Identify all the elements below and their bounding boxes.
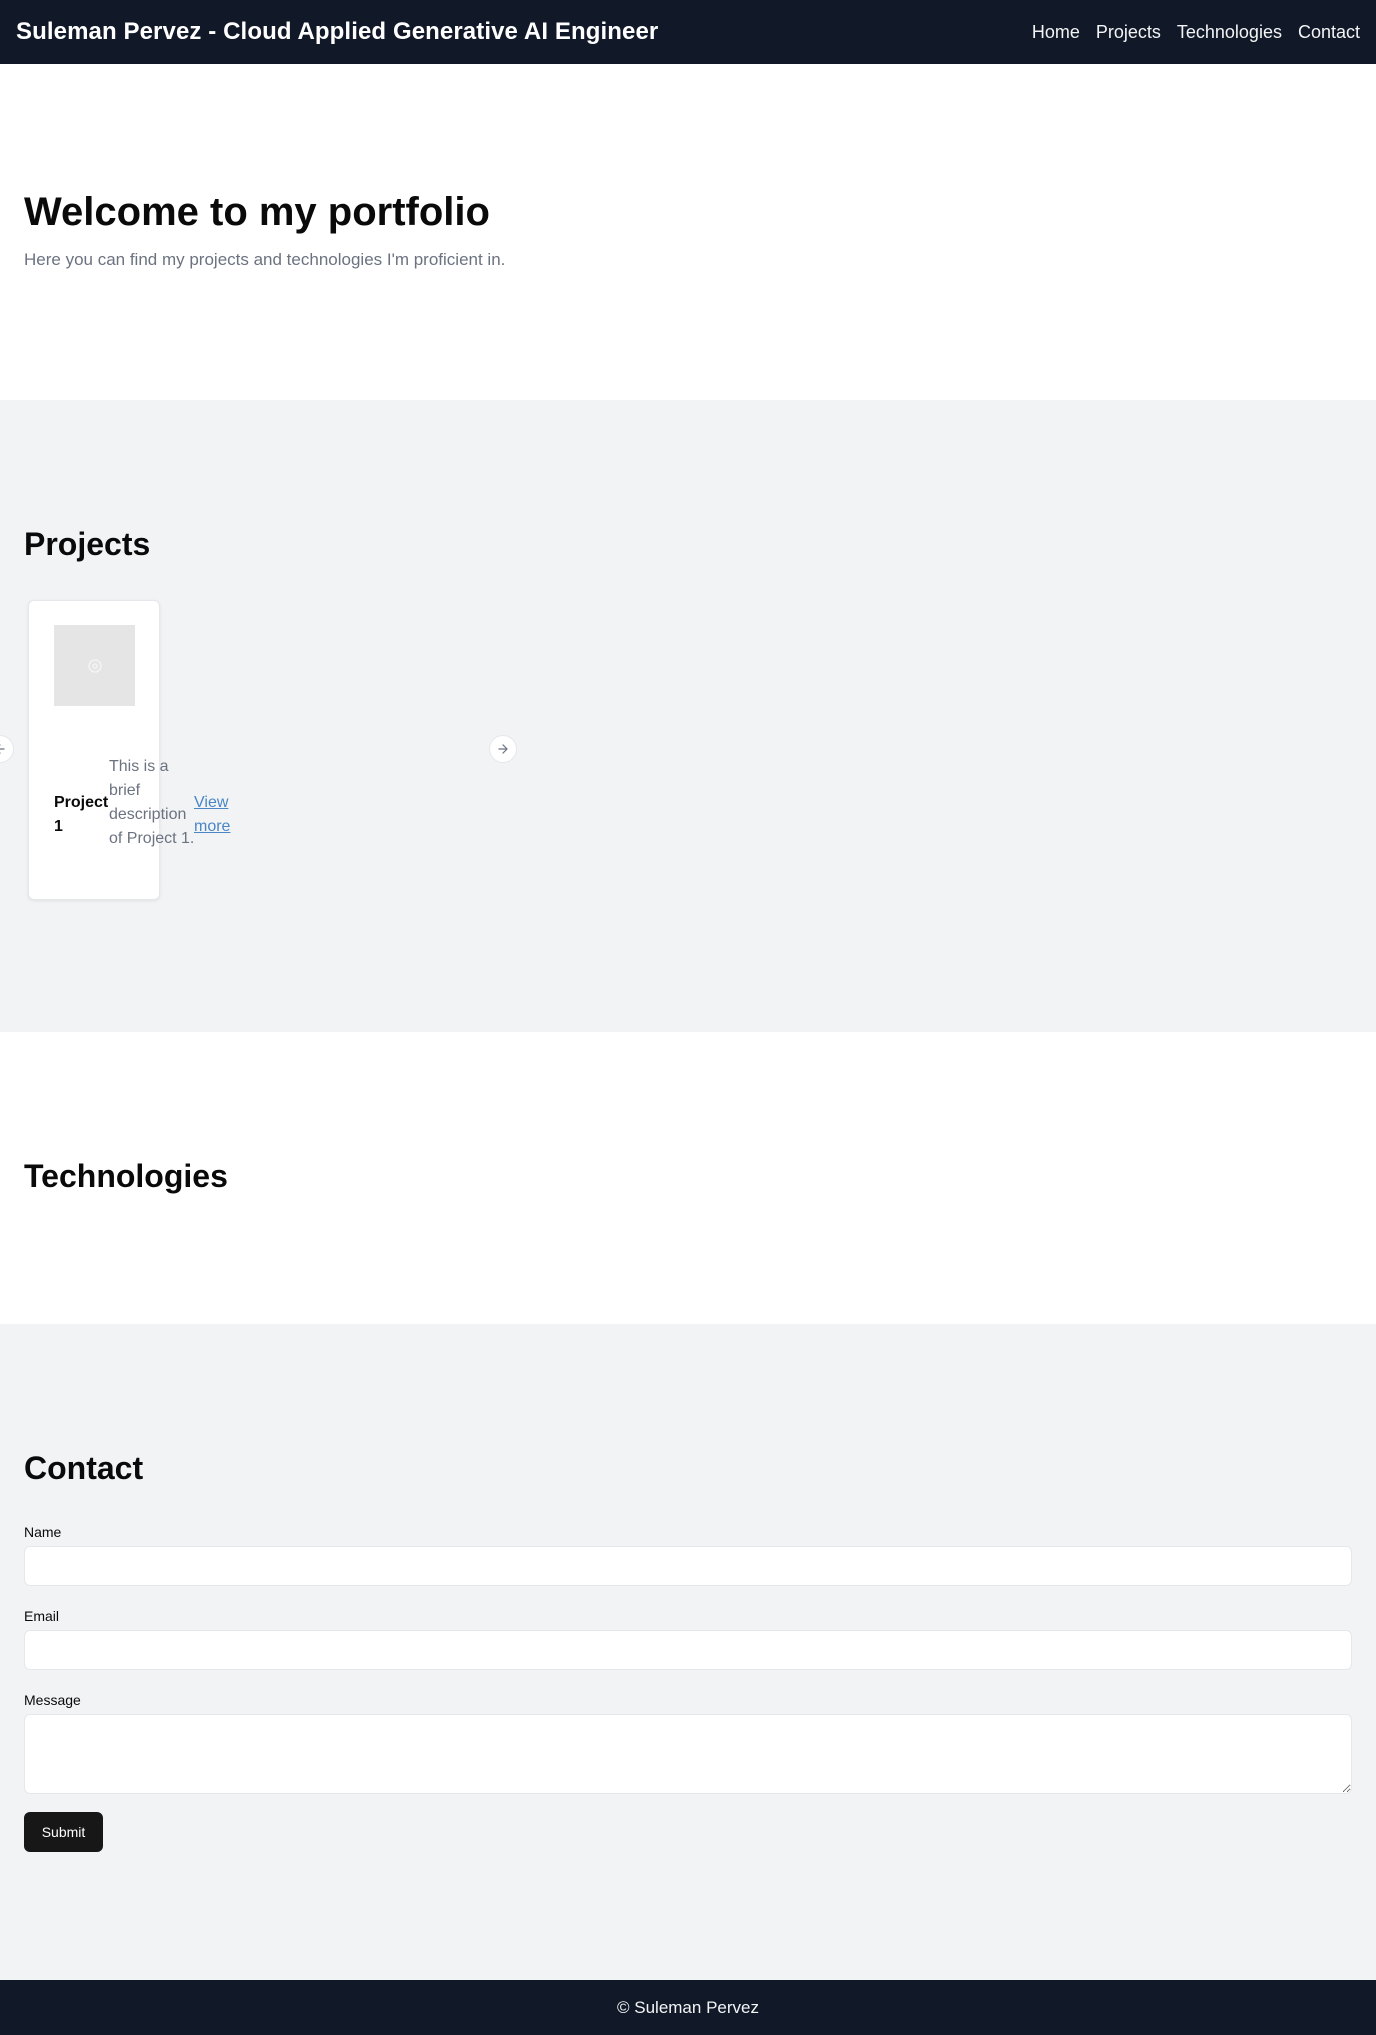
nav-link-home[interactable]: Home (1032, 22, 1080, 43)
project-description: This is a brief description of Project 1… (109, 758, 195, 847)
site-header: Suleman Pervez - Cloud Applied Generativ… (0, 0, 1376, 64)
projects-heading: Projects (24, 526, 151, 562)
technologies-heading: Technologies (24, 1158, 228, 1194)
footer-copyright: © Suleman Pervez (617, 1997, 759, 2017)
image-placeholder-icon (87, 658, 102, 673)
project-card: Project 1 This is a brief description of… (28, 600, 230, 900)
nav-link-contact[interactable]: Contact (1298, 22, 1360, 43)
carousel-next-button[interactable] (489, 735, 517, 763)
nav-link-projects[interactable]: Projects (1096, 22, 1161, 43)
contact-section: Contact Name Email Message Submit (0, 1324, 1376, 1980)
email-label: Email (24, 1608, 60, 1624)
name-field[interactable] (24, 1546, 1352, 1586)
project-image (54, 625, 135, 706)
message-label: Message (24, 1692, 81, 1708)
carousel-prev-button[interactable] (0, 735, 14, 763)
project-title: Project 1 (54, 794, 109, 835)
contact-heading: Contact (24, 1450, 144, 1486)
email-field[interactable] (24, 1630, 1352, 1670)
project-view-more-link[interactable]: View more (194, 791, 242, 839)
hero-subtitle: Here you can find my projects and techno… (24, 250, 506, 269)
projects-section: Projects Project 1 This is a brief descr… (0, 400, 1376, 1032)
site-title: Suleman Pervez - Cloud Applied Generativ… (16, 18, 659, 45)
submit-button[interactable]: Submit (24, 1812, 103, 1852)
name-label: Name (24, 1524, 62, 1540)
arrow-right-icon (498, 744, 508, 754)
hero-section: Welcome to my portfolio Here you can fin… (0, 64, 1376, 400)
message-field[interactable] (24, 1714, 1352, 1794)
arrow-left-icon (0, 744, 5, 754)
nav-link-technologies[interactable]: Technologies (1177, 22, 1282, 43)
main-nav: Home Projects Technologies Contact (1032, 22, 1360, 43)
technologies-section: Technologies (0, 1032, 1376, 1324)
hero-heading: Welcome to my portfolio (24, 190, 490, 234)
site-footer: © Suleman Pervez (0, 1980, 1376, 2035)
